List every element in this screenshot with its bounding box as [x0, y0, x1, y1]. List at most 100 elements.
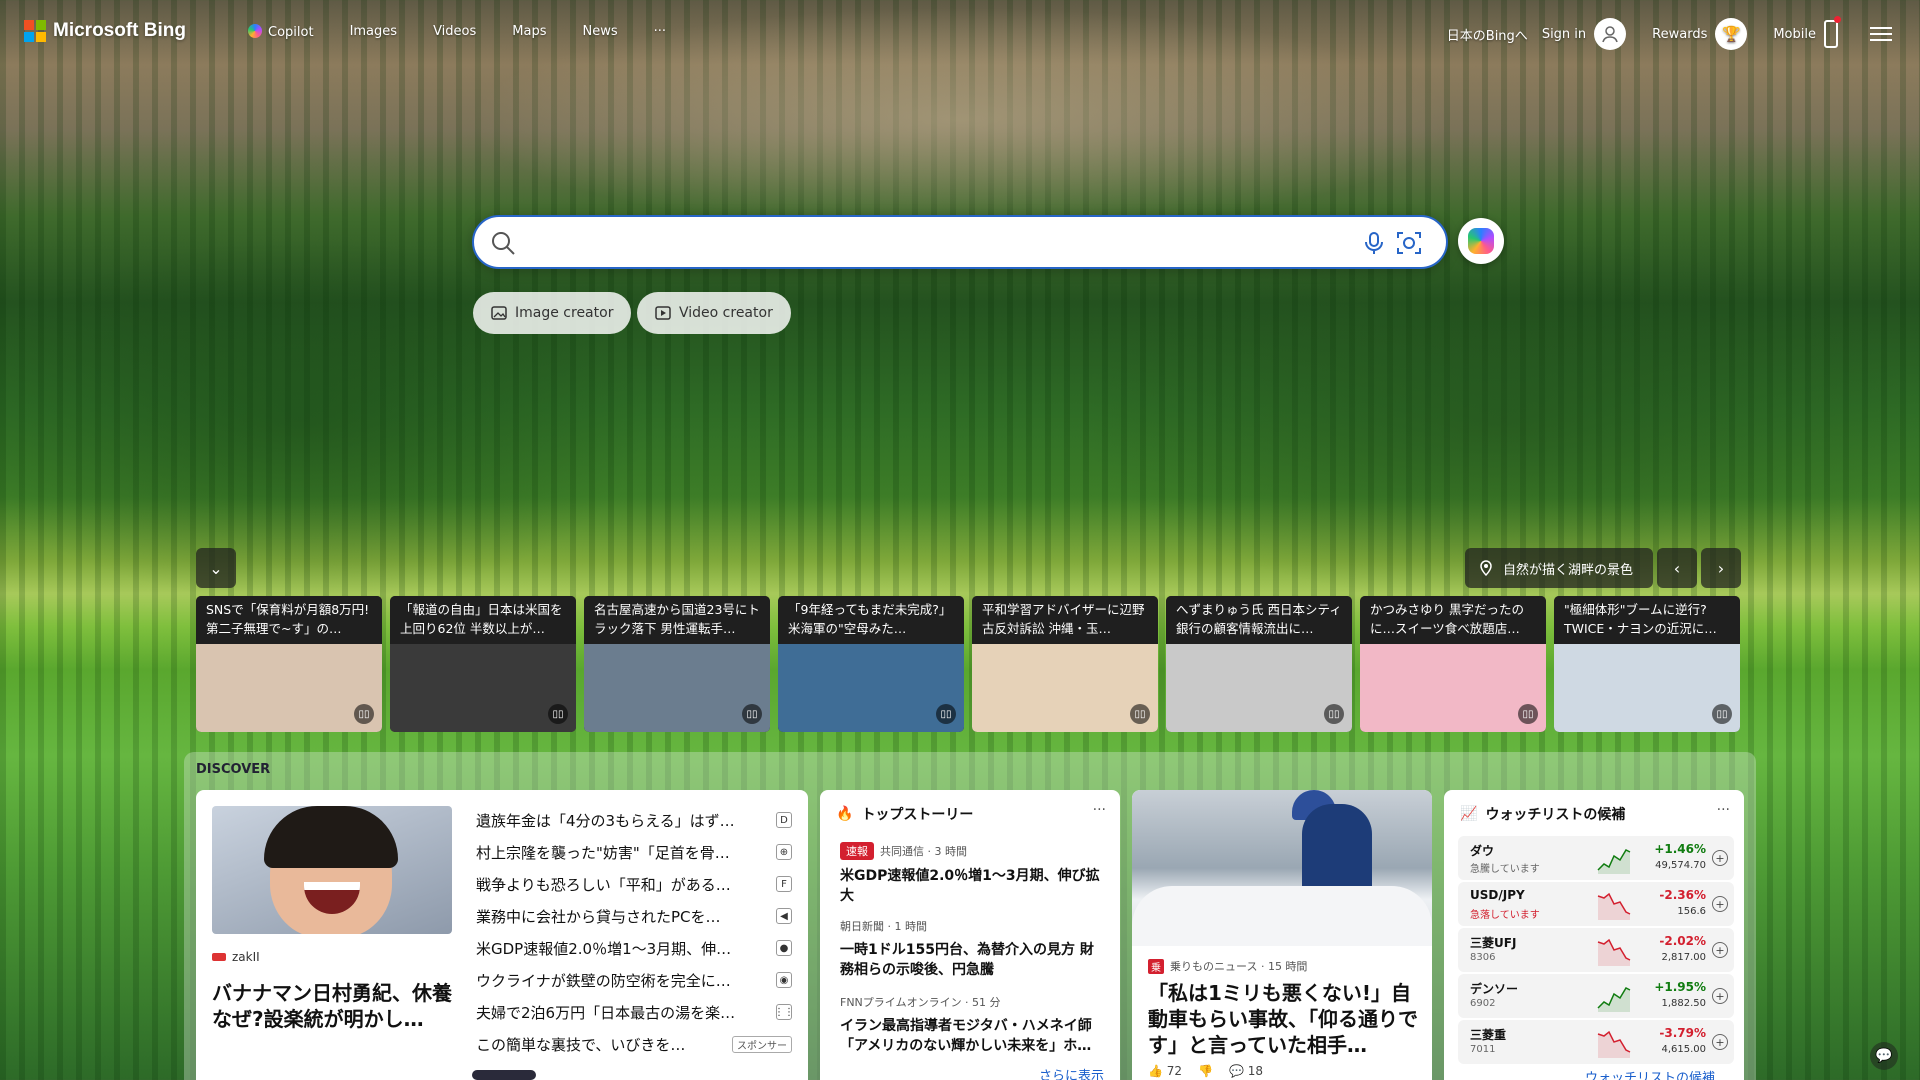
dislike-button[interactable]: 👎 — [1198, 1064, 1213, 1078]
add-to-watchlist-icon[interactable]: + — [1712, 1034, 1728, 1050]
card-caption: かつみさゆり 黒字だったのに…スイーツ食べ放題店… — [1360, 596, 1546, 644]
carousel-card[interactable]: かつみさゆり 黒字だったのに…スイーツ食べ放題店… ▯▯ — [1360, 596, 1546, 732]
flame-icon: 🔥 — [836, 806, 854, 822]
nav-news[interactable]: News — [582, 24, 617, 40]
bing-logo[interactable]: Microsoft Bing — [24, 20, 186, 42]
brand-name: Microsoft Bing — [53, 20, 186, 41]
source-logo-icon: F — [776, 876, 792, 892]
add-to-watchlist-icon[interactable]: + — [1712, 988, 1728, 1004]
nav-images[interactable]: Images — [350, 24, 398, 40]
stock-sub: 急落しています — [1470, 910, 1540, 921]
breaking-badge: 速報 — [840, 842, 874, 860]
list-item[interactable]: 遺族年金は「4分の3もらえる」はず… D — [476, 804, 792, 836]
feedback-icon[interactable]: 💬 — [1870, 1042, 1898, 1070]
comments-button[interactable]: 💬 18 — [1229, 1064, 1263, 1078]
location-pin-icon — [1480, 560, 1492, 576]
watchlist-row[interactable]: USD/JPY 急落しています -2.36% 156.6 + — [1458, 882, 1734, 926]
more-options-icon[interactable]: ··· — [1717, 802, 1730, 818]
rewards-button[interactable]: Rewards 🏆 — [1652, 18, 1748, 50]
more-options-icon[interactable]: ··· — [1093, 802, 1106, 818]
hamburger-menu-icon[interactable] — [1870, 27, 1892, 41]
previous-image-button[interactable]: ‹ — [1657, 548, 1697, 588]
chevron-down-icon: ⌄ — [209, 558, 223, 578]
story-item[interactable]: FNNプライムオンライン · 51 分 イラン最高指導者モジタバ・ハメネイ師「ア… — [840, 994, 1102, 1056]
add-to-watchlist-icon[interactable]: + — [1712, 896, 1728, 912]
card-caption: へずまりゅう氏 西日本シティ銀行の顧客情報流出に… — [1166, 596, 1352, 644]
phone-icon — [1824, 16, 1841, 48]
search-input[interactable] — [524, 227, 1324, 259]
nav-more[interactable]: ··· — [654, 24, 666, 40]
watchlist-row[interactable]: ダウ 急騰しています +1.46% 49,574.70 + — [1458, 836, 1734, 880]
feature-headline[interactable]: バナナマン日村勇紀、休養なぜ?設楽統が明かし… — [212, 980, 462, 1032]
carousel-card[interactable]: へずまりゅう氏 西日本シティ銀行の顧客情報流出に… ▯▯ — [1166, 596, 1352, 732]
list-item[interactable]: この簡単な裏技で、いびきを… スポンサー — [476, 1028, 792, 1060]
stock-value: 1,882.50 — [1661, 998, 1706, 1009]
feature-image[interactable] — [212, 806, 452, 934]
like-button[interactable]: 👍 72 — [1148, 1064, 1182, 1078]
card-caption: 「報道の自由」日本は米国を上回り62位 半数以上が… — [390, 596, 576, 644]
source-logo-icon: ⊕ — [776, 844, 792, 860]
stock-value: 49,574.70 — [1655, 860, 1706, 871]
story-item[interactable]: 朝日新聞 · 1 時間 一時1ドル155円台、為替介入の見方 財務相らの示唆後、… — [840, 918, 1102, 980]
collapse-carousel-button[interactable]: ⌄ — [196, 548, 236, 588]
nav-maps[interactable]: Maps — [512, 24, 546, 40]
carousel-card[interactable]: "極細体形"ブームに逆行? TWICE・ナヨンの近況に… ▯▯ — [1554, 596, 1740, 732]
watchlist-link[interactable]: ウォッチリストの候補… — [1585, 1067, 1728, 1080]
watchlist-row[interactable]: デンソー 6902 +1.95% 1,882.50 + — [1458, 974, 1734, 1018]
news-card[interactable]: 乗乗りものニュース · 15 時間 「私は1ミリも悪くない!」自動車もらい事故、… — [1132, 790, 1432, 1080]
card-caption: SNSで「保育料が月額8万円! 第二子無理で~す」の… — [196, 596, 382, 644]
stock-name: 三菱重 — [1470, 1028, 1507, 1042]
read-icon: ▯▯ — [1518, 704, 1538, 724]
copilot-button[interactable] — [1458, 218, 1504, 264]
stock-value: 2,817.00 — [1661, 952, 1706, 963]
nav-videos[interactable]: Videos — [433, 24, 476, 40]
story-item[interactable]: 速報 共同通信 · 3 時間 米GDP速報値2.0％増1～3月期、伸び拡大 — [840, 842, 1102, 906]
video-creator-button[interactable]: Video creator — [637, 292, 791, 334]
card-thumbnail — [972, 644, 1158, 732]
source-logo-icon: 乗 — [1148, 958, 1164, 974]
sparkline — [1597, 1030, 1631, 1058]
carousel-card[interactable]: 平和学習アドバイザーに辺野古反対訴訟 沖縄・玉… ▯▯ — [972, 596, 1158, 732]
see-more-link[interactable]: さらに表示 — [1039, 1065, 1104, 1080]
watchlist-row[interactable]: 三菱重 7011 -3.79% 4,615.00 + — [1458, 1020, 1734, 1064]
list-item[interactable]: 夫婦で2泊6万円「日本最古の湯を楽… ⋮⋮ — [476, 996, 794, 1028]
copilot-icon — [248, 24, 262, 38]
pagination-dots[interactable] — [472, 1070, 536, 1080]
read-icon: ▯▯ — [1130, 704, 1150, 724]
list-item[interactable]: 米GDP速報値2.0％増1～3月期、伸… ● — [476, 932, 792, 964]
card-thumbnail — [196, 644, 382, 732]
comment-icon: 💬 — [1229, 1064, 1244, 1078]
discover-title: DISCOVER — [196, 762, 271, 777]
sign-in-button[interactable]: Sign in — [1542, 18, 1627, 50]
list-item[interactable]: 業務中に会社から貸与されたPCを… ◀ — [476, 900, 792, 932]
region-link[interactable]: 日本のBingへ — [1447, 25, 1528, 44]
add-to-watchlist-icon[interactable]: + — [1712, 850, 1728, 866]
carousel-card[interactable]: 「9年経ってもまだ未完成?」米海軍の"空母みた… ▯▯ — [778, 596, 964, 732]
next-image-button[interactable]: › — [1701, 548, 1741, 588]
carousel-card[interactable]: 名古屋高速から国道23号にトラック落下 男性運転手… ▯▯ — [584, 596, 770, 732]
news-card-source: 乗乗りものニュース · 15 時間 — [1148, 958, 1307, 974]
image-location-button[interactable]: 自然が描く湖畔の景色 — [1465, 548, 1653, 588]
card-caption: "極細体形"ブームに逆行? TWICE・ナヨンの近況に… — [1554, 596, 1740, 644]
add-to-watchlist-icon[interactable]: + — [1712, 942, 1728, 958]
visual-search-icon[interactable] — [1396, 230, 1422, 256]
list-item[interactable]: 村上宗隆を襲った"妨害"「足首を骨… ⊕ — [476, 836, 792, 868]
card-caption: 「9年経ってもまだ未完成?」米海軍の"空母みた… — [778, 596, 964, 644]
watchlist-row[interactable]: 三菱UFJ 8306 -2.02% 2,817.00 + — [1458, 928, 1734, 972]
carousel-card[interactable]: 「報道の自由」日本は米国を上回り62位 半数以上が… ▯▯ — [390, 596, 576, 732]
carousel-card[interactable]: SNSで「保育料が月額8万円! 第二子無理で~す」の… ▯▯ — [196, 596, 382, 732]
mobile-button[interactable]: Mobile — [1773, 16, 1841, 48]
card-thumbnail — [1166, 644, 1352, 732]
stock-chart-icon: 📈 — [1460, 806, 1478, 822]
list-item[interactable]: ウクライナが鉄壁の防空術を完全に… ◉ — [476, 964, 792, 996]
microsoft-logo-icon — [24, 20, 46, 42]
news-card-image — [1132, 790, 1432, 946]
nav-copilot[interactable]: Copilot — [248, 24, 314, 40]
video-creator-icon — [655, 306, 671, 320]
microphone-icon[interactable] — [1362, 231, 1386, 255]
source-logo-icon: ◉ — [776, 972, 792, 988]
card-thumbnail — [584, 644, 770, 732]
header-right: 日本のBingへ Sign in Rewards 🏆 Mobile — [1447, 16, 1892, 50]
image-creator-button[interactable]: Image creator — [473, 292, 632, 334]
list-item[interactable]: 戦争よりも恐ろしい「平和」がある… F — [476, 868, 792, 900]
